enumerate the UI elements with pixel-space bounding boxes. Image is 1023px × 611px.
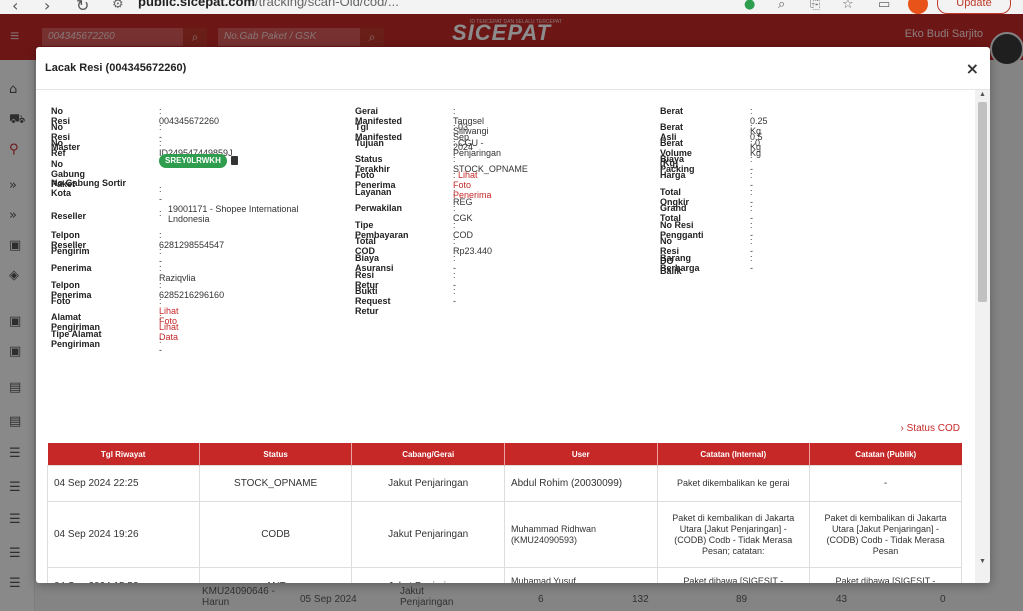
table-row: 04 Sep 2024 15:53 ANT Jakut Penjaringan … bbox=[47, 567, 962, 583]
tab-icon[interactable]: ▭ bbox=[878, 0, 890, 12]
field-value: : - bbox=[159, 184, 162, 204]
modal-body: No Resi: 004345672260 No Resi Master: - … bbox=[36, 90, 974, 583]
field-label: Bukti Request Retur bbox=[355, 286, 391, 316]
field-value: : 004345672260 bbox=[159, 106, 220, 126]
column-header: Catatan (Publik) bbox=[809, 443, 962, 466]
cell-user: Abdul Rohim (20030099) bbox=[503, 465, 658, 502]
field-label: Perwakilan bbox=[355, 203, 403, 213]
modal-title: Lacak Resi (004345672260) bbox=[45, 62, 187, 74]
cell-status: CODB bbox=[198, 501, 353, 568]
cell-note-internal: Paket dikembalikan ke gerai bbox=[656, 465, 811, 502]
extension-icon[interactable]: ● bbox=[744, 0, 755, 12]
cell-note-internal: Paket dibawa [SIGESIT - Muhammad Ridhwan… bbox=[656, 567, 811, 583]
reseller-value: 19001171 - Shopee International Lndonesi… bbox=[168, 204, 299, 224]
field-label: Foto bbox=[51, 296, 71, 306]
url-domain: public.sicepat.com bbox=[138, 0, 256, 9]
cell-note-public: Paket di kembalikan di Jakarta Utara [Ja… bbox=[809, 501, 962, 568]
cell-user: Muhamad Yusuf (DMMR24070113) bbox=[503, 567, 658, 583]
field-label: No Ref bbox=[51, 138, 66, 158]
cell-date: 04 Sep 2024 19:26 bbox=[47, 501, 200, 568]
close-icon[interactable]: × bbox=[966, 59, 979, 78]
field-label: Pengirim bbox=[51, 246, 90, 256]
field-label: Penerima bbox=[51, 263, 92, 273]
cell-status: STOCK_OPNAME bbox=[198, 465, 353, 502]
field-label: Tipe Alamat Pengiriman bbox=[51, 329, 102, 349]
cell-branch: Jakut Penjaringan bbox=[351, 501, 505, 568]
update-button[interactable]: Update bbox=[937, 0, 1011, 14]
reload-icon[interactable]: ↻ bbox=[76, 0, 89, 14]
table-header-row: Tgl Riwayat Status Cabang/Gerai User Cat… bbox=[47, 443, 962, 466]
url-path: /tracking/scan-Old/cod/... bbox=[255, 0, 399, 9]
cell-branch: Jakut Penjaringan bbox=[351, 465, 505, 502]
field-value: : - bbox=[750, 253, 753, 273]
cell-branch: Jakut Penjaringan bbox=[351, 567, 505, 583]
profile-avatar[interactable] bbox=[908, 0, 928, 14]
field-label: Barang Berharga bbox=[660, 253, 700, 273]
site-info-icon[interactable]: ⚙ bbox=[112, 0, 124, 12]
column-header: Catatan (Internal) bbox=[657, 443, 811, 466]
field-value: : Rp23.440 bbox=[453, 236, 493, 256]
field-label: Berat bbox=[660, 106, 684, 116]
table-row: 04 Sep 2024 19:26 CODB Jakut Penjaringan… bbox=[47, 501, 962, 568]
browser-toolbar: ‹ › ↻ ⚙ public.sicepat.com/tracking/scan… bbox=[0, 0, 1023, 14]
lacak-resi-modal: Lacak Resi (004345672260) × No Resi: 004… bbox=[36, 47, 990, 583]
bookmark-star-icon[interactable]: ☆ bbox=[842, 0, 854, 12]
field-value: : - bbox=[453, 286, 456, 306]
scroll-thumb[interactable] bbox=[978, 102, 987, 302]
cell-user: Muhammad Ridhwan (KMU24090593) bbox=[503, 501, 658, 568]
modal-header: Lacak Resi (004345672260) × bbox=[36, 47, 990, 90]
column-header: Status bbox=[199, 443, 353, 466]
field-label: Reseller bbox=[51, 211, 87, 221]
scroll-down-arrow-icon[interactable]: ▼ bbox=[979, 558, 986, 565]
cell-note-public: Paket dibawa [SIGESIT - Muhammad Ridhwan… bbox=[809, 567, 962, 583]
gabung-paket-badge[interactable]: SREY0LRWKH bbox=[159, 154, 227, 168]
table-row: 04 Sep 2024 22:25 STOCK_OPNAME Jakut Pen… bbox=[47, 465, 962, 502]
column-header: Tgl Riwayat bbox=[47, 443, 200, 466]
cell-note-public: - bbox=[809, 465, 962, 502]
field-value: : - bbox=[159, 335, 162, 355]
column-header: Cabang/Gerai bbox=[351, 443, 505, 466]
cell-note-internal: Paket di kembalikan di Jakarta Utara [Ja… bbox=[656, 501, 811, 568]
cell-date: 04 Sep 2024 15:53 bbox=[47, 567, 200, 583]
status-cod-link[interactable]: › Status COD bbox=[901, 423, 960, 434]
field-label: Tujuan bbox=[355, 138, 384, 148]
gabung-paket-value: SREY0LRWKH bbox=[159, 154, 279, 168]
scroll-up-arrow-icon[interactable]: ▲ bbox=[979, 91, 986, 98]
column-header: User bbox=[504, 443, 658, 466]
tracking-history-table: Tgl Riwayat Status Cabang/Gerai User Cat… bbox=[47, 443, 962, 583]
field-label: Layanan bbox=[355, 187, 392, 197]
field-value: : 6281298554547 bbox=[159, 230, 225, 250]
forward-icon[interactable]: › bbox=[44, 0, 50, 14]
back-icon[interactable]: ‹ bbox=[12, 0, 18, 14]
modal-scrollbar[interactable]: ▲ ▼ bbox=[975, 90, 990, 583]
copy-icon[interactable] bbox=[230, 156, 238, 166]
cell-status: ANT bbox=[198, 567, 353, 583]
field-label: No Gabung Sortir Kota bbox=[51, 178, 126, 198]
field-label: Harga bbox=[660, 170, 686, 180]
zoom-icon[interactable]: ⌕ bbox=[778, 0, 785, 12]
share-icon[interactable]: ⎘ bbox=[810, 0, 820, 12]
cell-date: 04 Sep 2024 22:25 bbox=[47, 465, 200, 502]
address-bar[interactable]: public.sicepat.com/tracking/scan-Old/cod… bbox=[138, 0, 399, 9]
